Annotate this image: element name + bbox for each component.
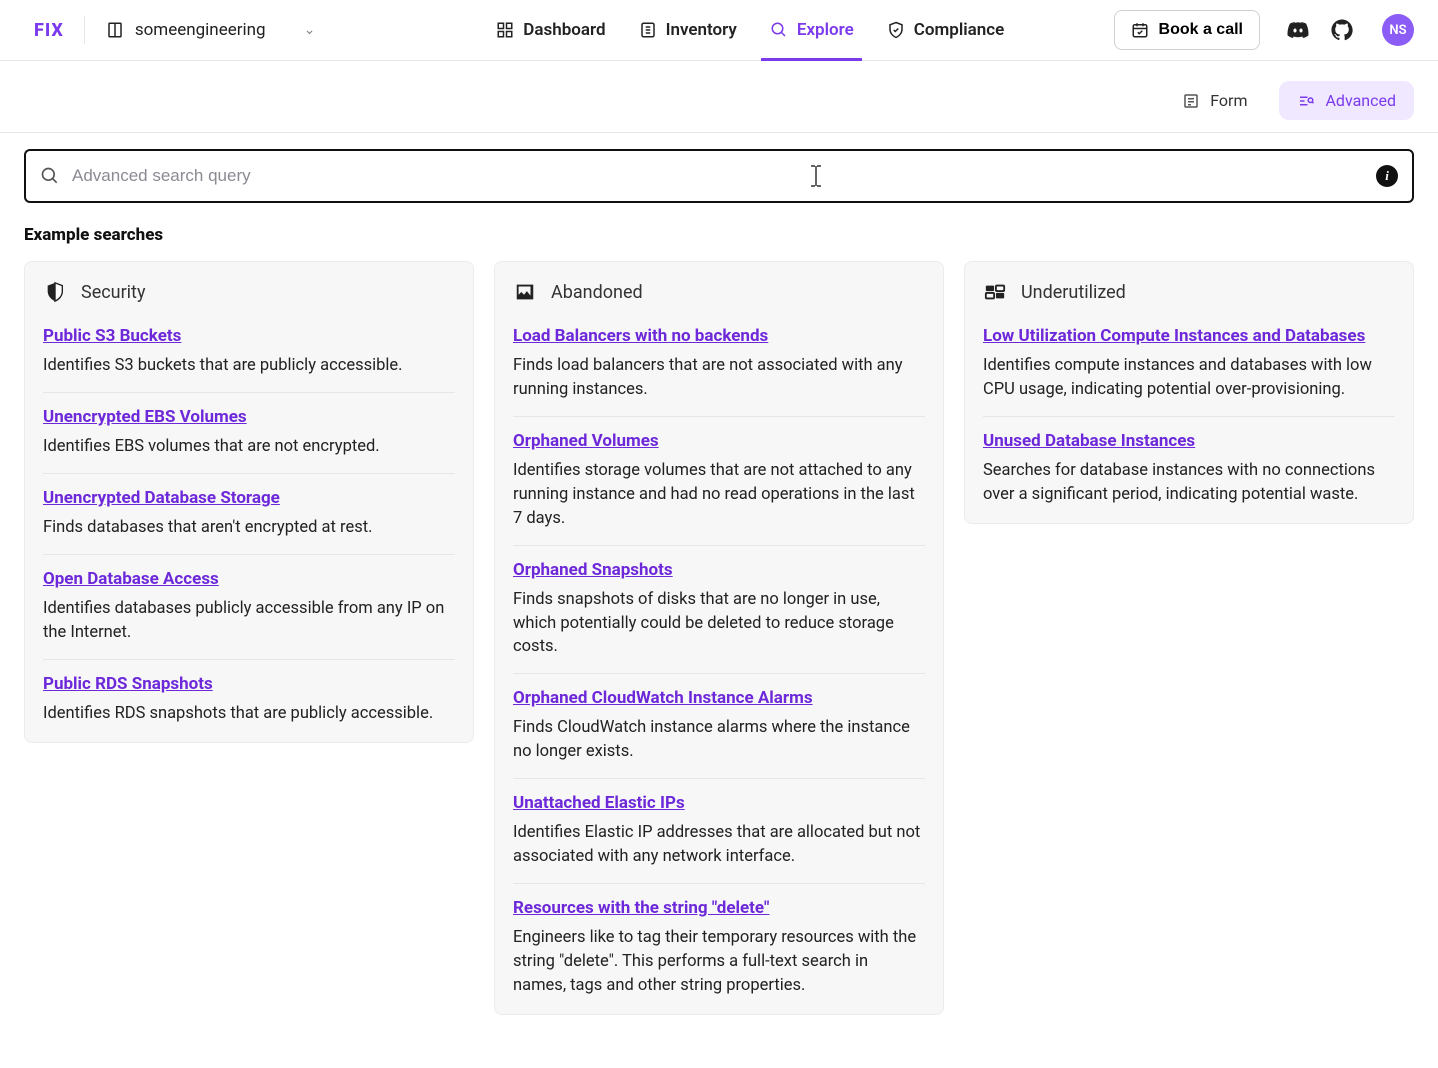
example-link-low-util[interactable]: Low Utilization Compute Instances and Da… [983,326,1365,346]
github-icon[interactable] [1328,16,1356,44]
card-abandoned: Abandoned Load Balancers with no backend… [494,261,944,1015]
divider [84,16,85,44]
example-link-unencrypted-db[interactable]: Unencrypted Database Storage [43,488,280,508]
search-section: i [0,133,1438,203]
example-link-delete-string[interactable]: Resources with the string "delete" [513,898,769,918]
nav-inventory-label: Inventory [666,20,737,40]
example-item: Open Database Access Identifies database… [43,569,455,660]
card-underutilized-title: Underutilized [1021,282,1126,303]
form-mode-label: Form [1210,91,1247,110]
example-desc: Finds load balancers that are not associ… [513,354,925,402]
example-link-orphaned-snapshots[interactable]: Orphaned Snapshots [513,560,673,580]
example-item: Resources with the string "delete" Engin… [513,898,925,1006]
example-desc: Finds snapshots of disks that are no lon… [513,588,925,660]
example-desc: Finds CloudWatch instance alarms where t… [513,716,925,764]
example-desc: Finds databases that aren't encrypted at… [43,516,455,540]
example-desc: Identifies compute instances and databas… [983,354,1395,402]
nav-compliance-label: Compliance [914,20,1005,40]
example-link-orphaned-volumes[interactable]: Orphaned Volumes [513,431,659,451]
card-security-title: Security [81,282,145,303]
book-call-button[interactable]: Book a call [1114,10,1260,50]
example-desc: Identifies storage volumes that are not … [513,459,925,531]
shield-icon [43,280,67,304]
example-item: Low Utilization Compute Instances and Da… [983,326,1395,417]
search-box[interactable]: i [24,149,1414,203]
search-input[interactable] [72,166,1364,186]
nav-dashboard-label: Dashboard [523,20,605,40]
nav-dashboard[interactable]: Dashboard [495,0,605,60]
discord-icon[interactable] [1284,16,1312,44]
advanced-mode-button[interactable]: Advanced [1279,81,1414,120]
example-item: Unattached Elastic IPs Identifies Elasti… [513,793,925,884]
example-item: Orphaned CloudWatch Instance Alarms Find… [513,688,925,779]
nav-explore[interactable]: Explore [769,0,854,60]
example-link-unattached-eip[interactable]: Unattached Elastic IPs [513,793,685,813]
form-icon [1182,92,1200,110]
inventory-icon [638,20,658,40]
example-item: Public S3 Buckets Identifies S3 buckets … [43,326,455,393]
example-item: Unencrypted EBS Volumes Identifies EBS v… [43,407,455,474]
card-abandoned-title: Abandoned [551,282,643,303]
nav-compliance[interactable]: Compliance [886,0,1005,60]
workspace-name: someengineering [135,20,266,40]
logo[interactable]: FIX [34,20,64,41]
example-desc: Searches for database instances with no … [983,459,1395,507]
topbar-icons: NS [1284,14,1414,46]
example-link-lb-no-backends[interactable]: Load Balancers with no backends [513,326,768,346]
broken-image-icon [513,280,537,304]
avatar[interactable]: NS [1382,14,1414,46]
example-desc: Engineers like to tag their temporary re… [513,926,925,998]
dashboard-icon [495,20,515,40]
compliance-icon [886,20,906,40]
example-item: Orphaned Volumes Identifies storage volu… [513,431,925,546]
example-link-public-rds[interactable]: Public RDS Snapshots [43,674,213,694]
example-link-unencrypted-ebs[interactable]: Unencrypted EBS Volumes [43,407,247,427]
advanced-icon [1297,92,1315,110]
example-item: Public RDS Snapshots Identifies RDS snap… [43,674,455,734]
example-desc: Identifies S3 buckets that are publicly … [43,354,455,378]
example-desc: Identifies RDS snapshots that are public… [43,702,455,726]
calendar-icon [1131,21,1149,39]
workspace-switcher[interactable]: someengineering ⌄ [105,20,315,40]
workspace-icon [105,20,125,40]
view-mode-bar: Form Advanced [0,61,1438,133]
example-link-orphaned-cw[interactable]: Orphaned CloudWatch Instance Alarms [513,688,813,708]
chevron-down-icon: ⌄ [304,22,316,38]
gauge-icon [983,280,1007,304]
example-desc: Identifies Elastic IP addresses that are… [513,821,925,869]
search-icon [40,166,60,186]
book-call-label: Book a call [1159,21,1243,39]
example-desc: Identifies databases publicly accessible… [43,597,455,645]
nav-explore-label: Explore [797,20,854,40]
example-link-open-db[interactable]: Open Database Access [43,569,219,589]
top-bar: FIX someengineering ⌄ Dashboard Inventor… [0,0,1438,61]
example-searches-title: Example searches [0,203,1438,261]
form-mode-button[interactable]: Form [1164,81,1265,120]
info-icon[interactable]: i [1376,165,1398,187]
example-item: Orphaned Snapshots Finds snapshots of di… [513,560,925,675]
example-cards: Security Public S3 Buckets Identifies S3… [0,261,1438,1055]
example-desc: Identifies EBS volumes that are not encr… [43,435,455,459]
main-nav: Dashboard Inventory Explore Compliance [495,0,1004,60]
nav-inventory[interactable]: Inventory [638,0,737,60]
advanced-mode-label: Advanced [1325,91,1396,110]
example-item: Unencrypted Database Storage Finds datab… [43,488,455,555]
example-item: Load Balancers with no backends Finds lo… [513,326,925,417]
card-security: Security Public S3 Buckets Identifies S3… [24,261,474,743]
example-item: Unused Database Instances Searches for d… [983,431,1395,515]
explore-icon [769,20,789,40]
card-underutilized: Underutilized Low Utilization Compute In… [964,261,1414,524]
example-link-unused-db[interactable]: Unused Database Instances [983,431,1195,451]
example-link-public-s3[interactable]: Public S3 Buckets [43,326,181,346]
